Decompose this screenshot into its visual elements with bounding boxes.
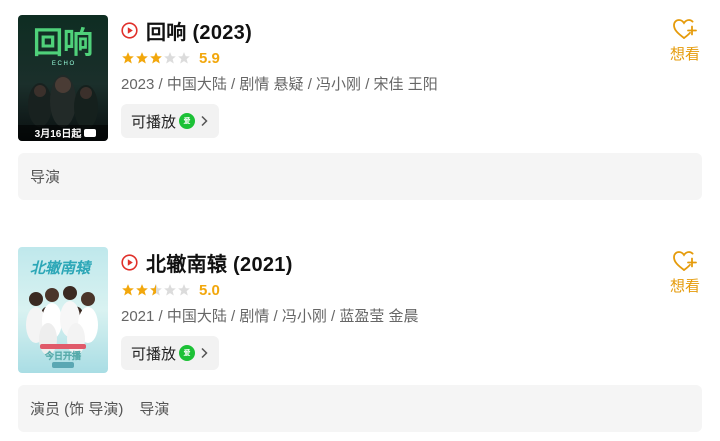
title-row[interactable]: 北辙南辕 (2021) xyxy=(121,248,293,277)
want-to-watch-label: 想看 xyxy=(669,278,700,295)
chevron-right-icon xyxy=(201,115,208,127)
role-bar: 导演 xyxy=(18,153,702,200)
role-bar: 演员 (饰 导演) 导演 xyxy=(18,385,702,432)
svg-text:今日开播: 今日开播 xyxy=(44,350,82,361)
chevron-right-icon xyxy=(201,347,208,359)
heart-plus-icon xyxy=(673,251,697,271)
title-row[interactable]: 回响 (2023) xyxy=(121,16,252,45)
meta-info: 2023 / 中国大陆 / 剧情 悬疑 / 冯小刚 / 宋佳 王阳 xyxy=(121,76,438,93)
title[interactable]: 回响 (2023) xyxy=(146,16,252,45)
star-empty-icon xyxy=(164,284,176,296)
star-full-icon xyxy=(122,52,134,64)
svg-text:3月16日起: 3月16日起 xyxy=(35,127,83,140)
want-to-watch-label: 想看 xyxy=(669,46,700,63)
playable-label: 可播放 xyxy=(131,113,177,131)
svg-text:E C H O: E C H O xyxy=(52,61,75,67)
star-full-icon xyxy=(150,52,162,64)
svg-text:北辙南辕: 北辙南辕 xyxy=(30,259,93,277)
playable-button[interactable]: 可播放 爱 xyxy=(121,336,220,370)
rating-row: 5.0 xyxy=(121,280,220,300)
star-full-icon xyxy=(122,284,134,296)
star-half-icon xyxy=(150,284,162,296)
want-to-watch-button[interactable]: 想看 xyxy=(668,249,702,296)
role-tag: 演员 (饰 导演) xyxy=(30,401,124,418)
playable-label: 可播放 xyxy=(131,345,177,363)
iqiyi-icon: 爱 xyxy=(179,345,196,361)
play-circle-icon xyxy=(121,253,138,271)
rating-row: 5.9 xyxy=(121,48,220,68)
playable-button[interactable]: 可播放 爱 xyxy=(121,104,220,138)
svg-text:回响: 回响 xyxy=(33,27,93,60)
search-result-card[interactable]: 北辙南辕 今日开播 北辙南辕 (2021) 5.0 2021 / 中国大陆 / … xyxy=(0,232,720,441)
star-empty-icon xyxy=(178,284,190,296)
role-tag: 导演 xyxy=(139,401,170,418)
star-rating xyxy=(121,283,191,297)
meta-info: 2021 / 中国大陆 / 剧情 / 冯小刚 / 蓝盈莹 金晨 xyxy=(121,308,419,325)
poster-image[interactable]: 回响 E C H O 3月16日起 xyxy=(18,15,108,141)
role-tag: 导演 xyxy=(30,169,61,186)
play-circle-icon xyxy=(121,21,138,39)
rating-score: 5.9 xyxy=(199,49,220,67)
want-to-watch-button[interactable]: 想看 xyxy=(668,17,702,64)
star-rating xyxy=(121,51,191,65)
star-full-icon xyxy=(136,284,148,296)
rating-score: 5.0 xyxy=(199,281,220,299)
search-result-card[interactable]: 回响 E C H O 3月16日起 回响 (2023) 5.9 2023 / 中… xyxy=(0,0,720,210)
star-empty-icon xyxy=(178,52,190,64)
title[interactable]: 北辙南辕 (2021) xyxy=(146,248,293,277)
poster-image[interactable]: 北辙南辕 今日开播 xyxy=(18,247,108,373)
iqiyi-icon: 爱 xyxy=(179,113,196,129)
star-empty-icon xyxy=(164,52,176,64)
star-full-icon xyxy=(136,52,148,64)
heart-plus-icon xyxy=(673,19,697,39)
